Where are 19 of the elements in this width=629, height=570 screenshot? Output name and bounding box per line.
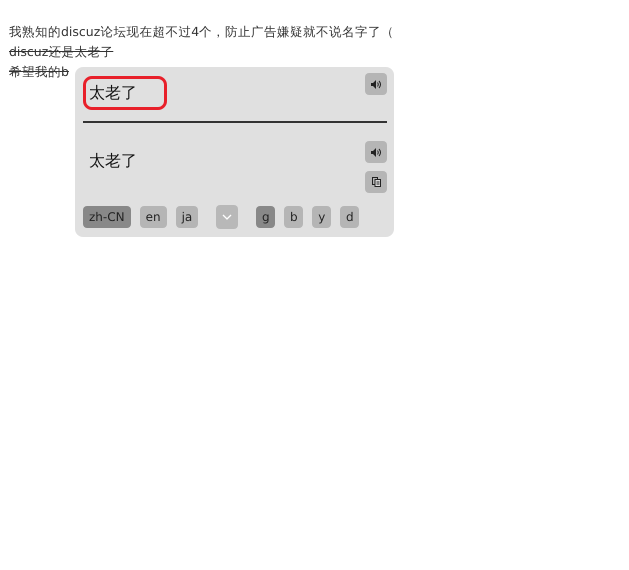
engine-button[interactable]: b: [284, 206, 304, 228]
speaker-icon: [371, 148, 381, 156]
language-button[interactable]: ja: [176, 206, 198, 228]
article-line: discuz还是太老了: [9, 43, 114, 61]
engine-button[interactable]: y: [312, 206, 332, 228]
engine-button[interactable]: d: [340, 206, 360, 228]
speaker-icon: [371, 80, 381, 88]
source-text: 太老了: [89, 83, 137, 102]
copy-icon: [372, 177, 380, 187]
language-button[interactable]: en: [140, 206, 167, 228]
article-line: 希望我的b: [9, 63, 70, 81]
engine-button[interactable]: g: [256, 206, 276, 228]
speaker-button[interactable]: [365, 141, 387, 163]
article-line: 我熟知的discuz论坛现在超不过4个，防止广告嫌疑就不说名字了（: [9, 23, 396, 41]
speaker-button[interactable]: [365, 73, 387, 95]
chevron-down-icon: [222, 214, 232, 220]
translation-text: 太老了: [88, 150, 137, 172]
language-button[interactable]: zh-CN: [83, 206, 131, 228]
copy-button[interactable]: [365, 171, 387, 193]
